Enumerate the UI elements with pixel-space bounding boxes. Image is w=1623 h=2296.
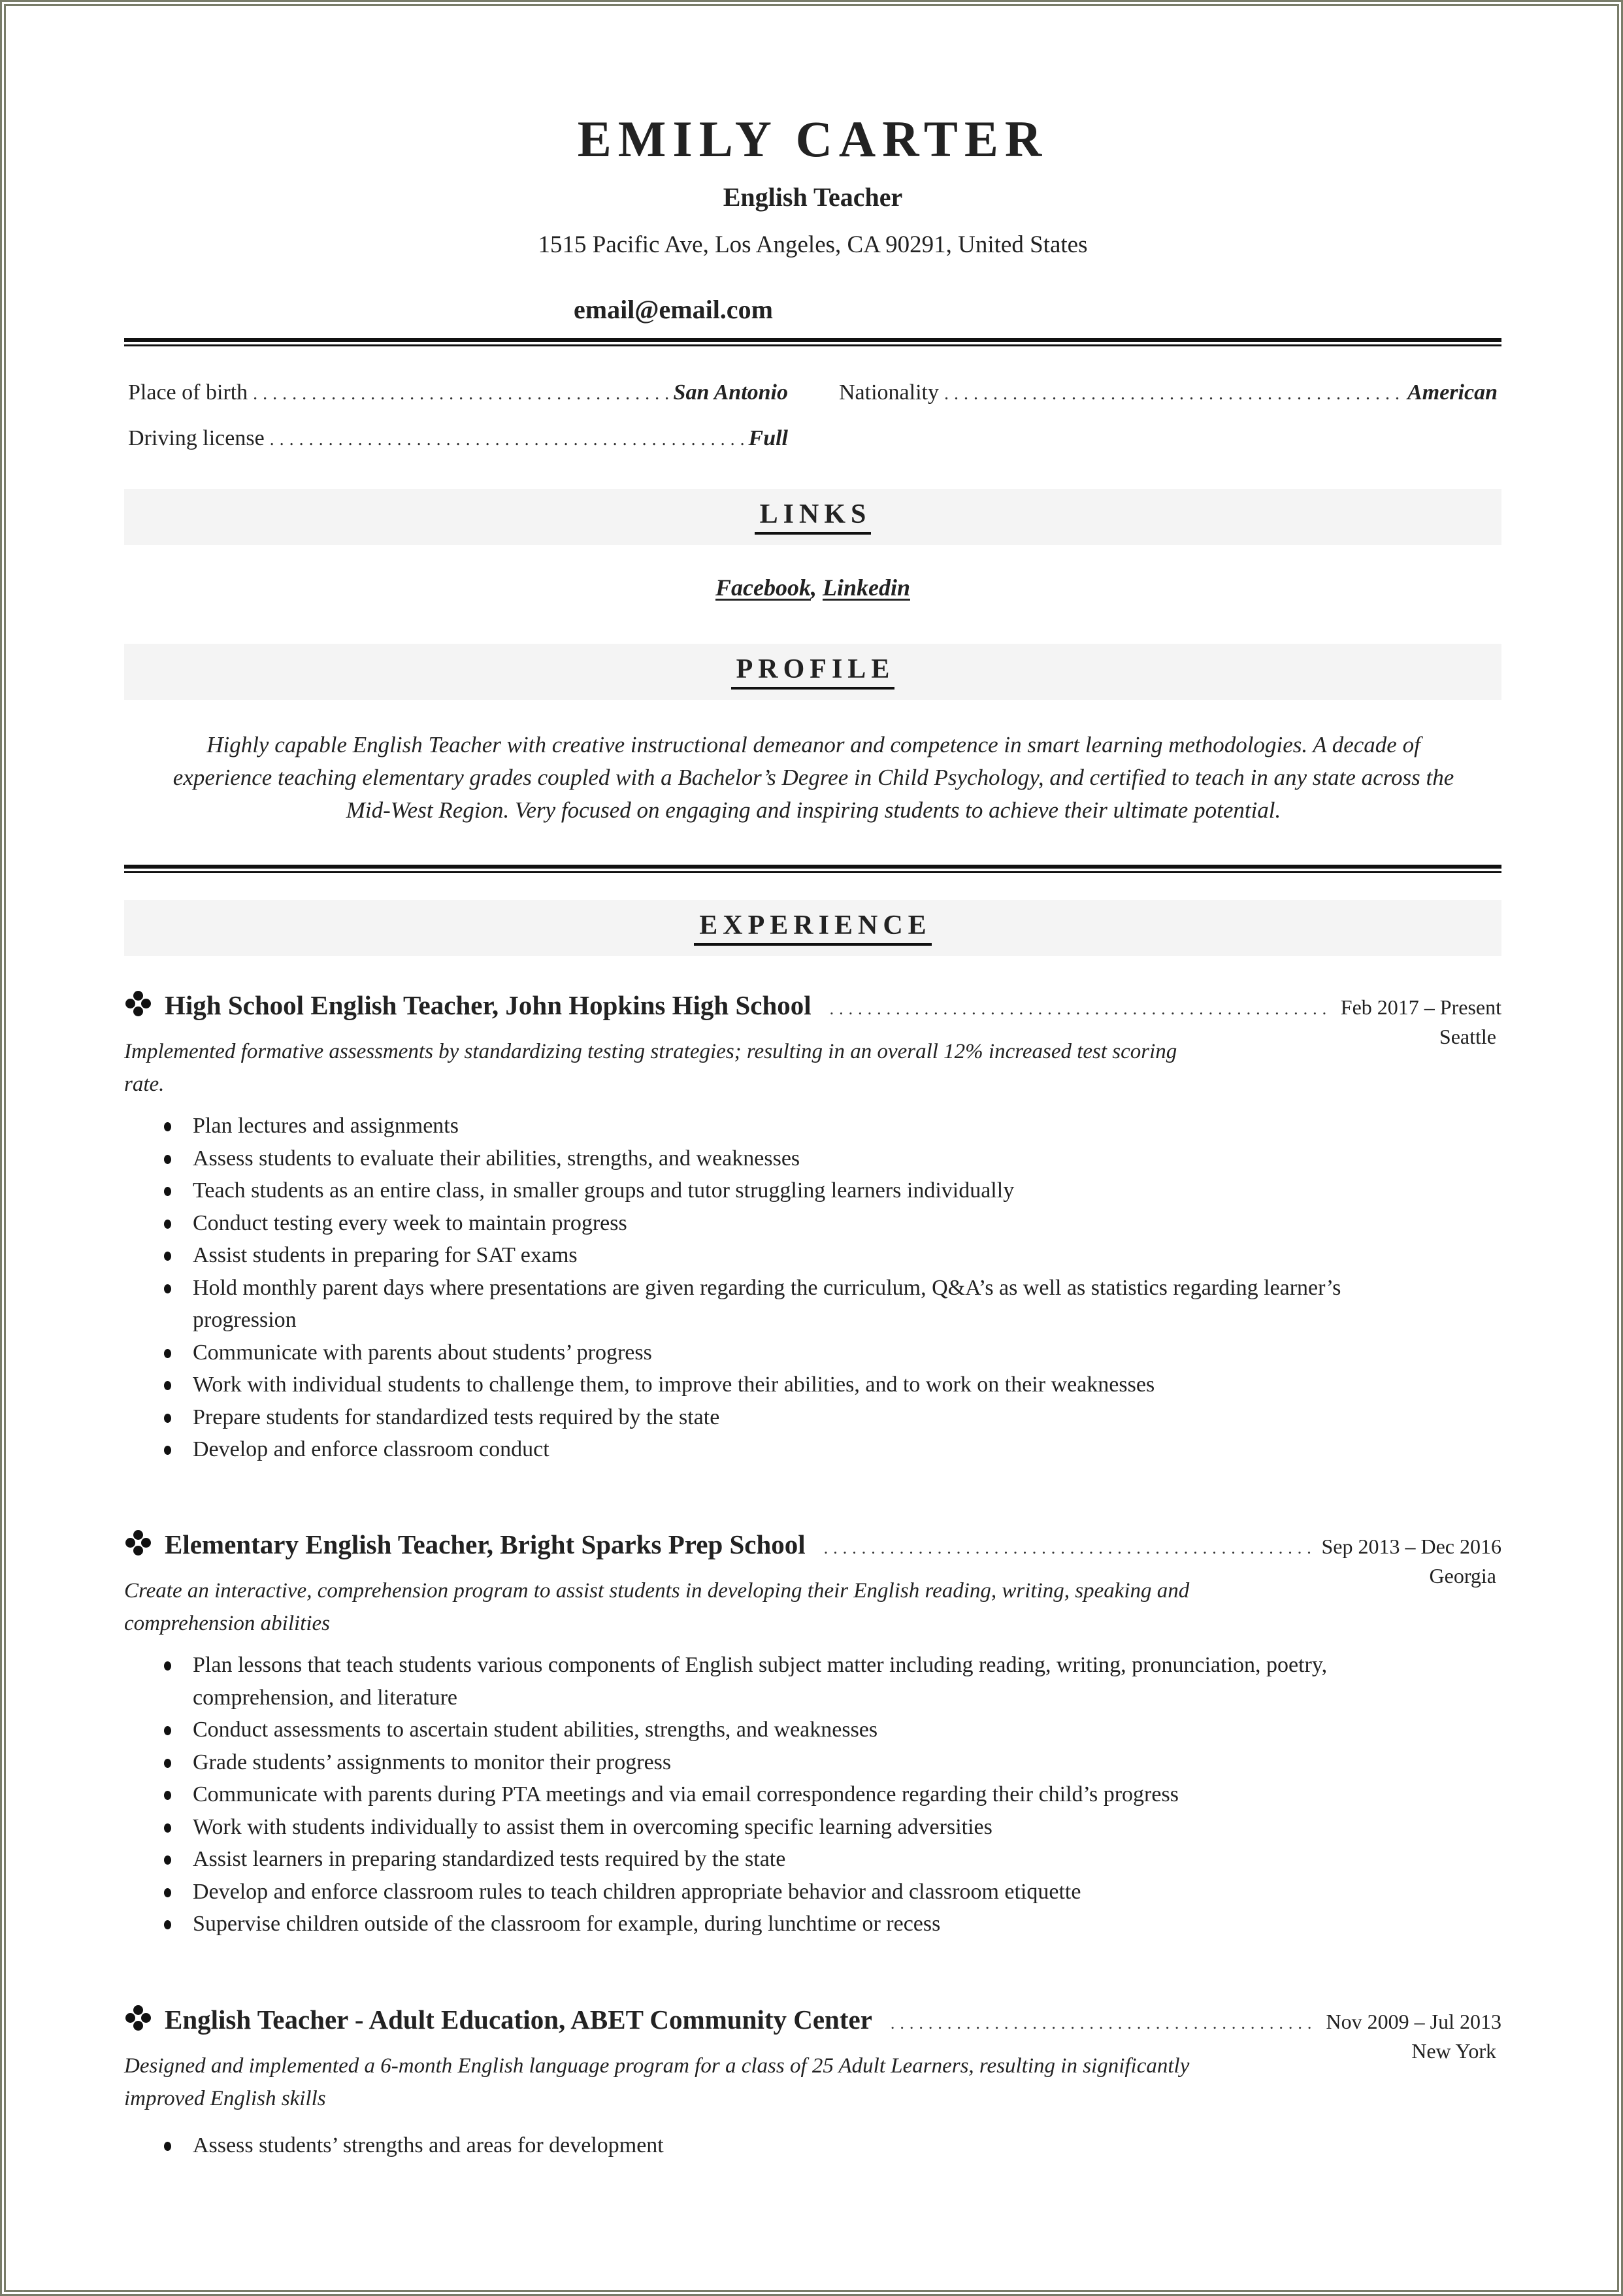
dot-leader: ........................................… [943,384,1403,404]
dot-leader: ........................................… [253,384,668,404]
list-item: Teach students as an entire class, in sm… [164,1174,1369,1207]
job-description: Create an interactive, comprehension pro… [124,1579,1190,1635]
header-divider [124,338,1501,346]
job-title: High School English Teacher, John Hopkin… [165,990,812,1020]
job-header: English Teacher - Adult Education, ABET … [124,2000,1501,2035]
list-item: Develop and enforce classroom conduct [164,1433,1369,1466]
list-item: Grade students’ assignments to monitor t… [164,1746,1369,1779]
info-nationality: Nationality ............................… [839,380,1498,405]
link-separator: , [810,574,823,601]
job-description: Implemented formative assessments by sta… [124,1040,1177,1096]
job-description: Designed and implemented a 6-month Engli… [124,2054,1190,2110]
profile-divider [124,865,1501,873]
info-value: Full [748,426,788,450]
dot-leader: ........................................… [829,999,1332,1018]
job-bullet-list: Plan lectures and assignments Assess stu… [124,1110,1369,1466]
list-item: Conduct testing every week to maintain p… [164,1207,1369,1240]
job-entry: English Teacher - Adult Education, ABET … [124,2000,1501,2162]
four-dot-diamond-icon [124,1529,153,1557]
profile-section-header: PROFILE [124,644,1501,700]
job-location: New York [1411,2039,1496,2063]
job-dates: Feb 2017 – Present [1340,995,1501,1019]
profile-summary: Highly capable English Teacher with crea… [172,732,1454,823]
section-title-links: LINKS [754,499,872,535]
info-place-of-birth: Place of birth .........................… [128,380,788,405]
info-label: Place of birth [128,380,248,405]
info-label: Driving license [128,426,265,450]
linkedin-link[interactable]: Linkedin [823,574,910,601]
job-title-heading: English Teacher [723,182,903,212]
list-item: Assess students to evaluate their abilit… [164,1142,1369,1175]
four-dot-diamond-icon [124,990,153,1018]
job-location: Georgia [1429,1564,1496,1588]
email-link[interactable]: email@email.com [574,294,773,325]
links-section-header: LINKS [124,489,1501,545]
candidate-name: EMILY CARTER [577,110,1049,167]
list-item: Conduct assessments to ascertain student… [164,1714,1369,1746]
four-dot-diamond-icon [124,2004,153,2033]
job-header: Elementary English Teacher, Bright Spark… [124,1525,1501,1560]
list-item: Communicate with parents about students’… [164,1337,1369,1369]
address: 1515 Pacific Ave, Los Angeles, CA 90291,… [538,231,1088,258]
job-bullet-list: Assess students’ strengths and areas for… [124,2129,1369,2162]
list-item: Plan lectures and assignments [164,1110,1369,1142]
job-header: High School English Teacher, John Hopkin… [124,986,1501,1021]
job-dates: Sep 2013 – Dec 2016 [1321,1535,1501,1558]
info-driving-license: Driving license ........................… [128,426,788,451]
list-item: Plan lessons that teach students various… [164,1649,1369,1714]
info-value: American [1407,380,1498,405]
experience-section-header: EXPERIENCE [124,900,1501,956]
list-item: Hold monthly parent days where presentat… [164,1272,1369,1337]
list-item: Assist learners in preparing standardize… [164,1843,1369,1876]
list-item: Supervise children outside of the classr… [164,1908,1369,1940]
info-label: Nationality [839,380,939,405]
section-title-experience: EXPERIENCE [694,910,932,946]
dot-leader: ........................................… [823,1539,1313,1557]
list-item: Develop and enforce classroom rules to t… [164,1876,1369,1908]
job-entry: Elementary English Teacher, Bright Spark… [124,1525,1501,1940]
list-item: Assess students’ strengths and areas for… [164,2129,1369,2162]
list-item: Work with students individually to assis… [164,1811,1369,1844]
job-dates: Nov 2009 – Jul 2013 [1326,2010,1501,2033]
job-title: English Teacher - Adult Education, ABET … [165,2005,872,2035]
section-title-profile: PROFILE [730,654,895,690]
job-bullet-list: Plan lessons that teach students various… [124,1649,1369,1940]
dot-leader: ........................................… [890,2014,1317,2033]
list-item: Assist students in preparing for SAT exa… [164,1239,1369,1272]
info-value: San Antonio [673,380,788,405]
job-entry: High School English Teacher, John Hopkin… [124,986,1501,1466]
facebook-link[interactable]: Facebook [715,574,811,601]
dot-leader: ........................................… [269,429,744,450]
job-title: Elementary English Teacher, Bright Spark… [165,1529,806,1559]
list-item: Communicate with parents during PTA meet… [164,1778,1369,1811]
links-list: Facebook, Linkedin [124,574,1501,601]
list-item: Work with individual students to challen… [164,1369,1369,1401]
job-location: Seattle [1439,1025,1496,1048]
list-item: Prepare students for standardized tests … [164,1401,1369,1434]
